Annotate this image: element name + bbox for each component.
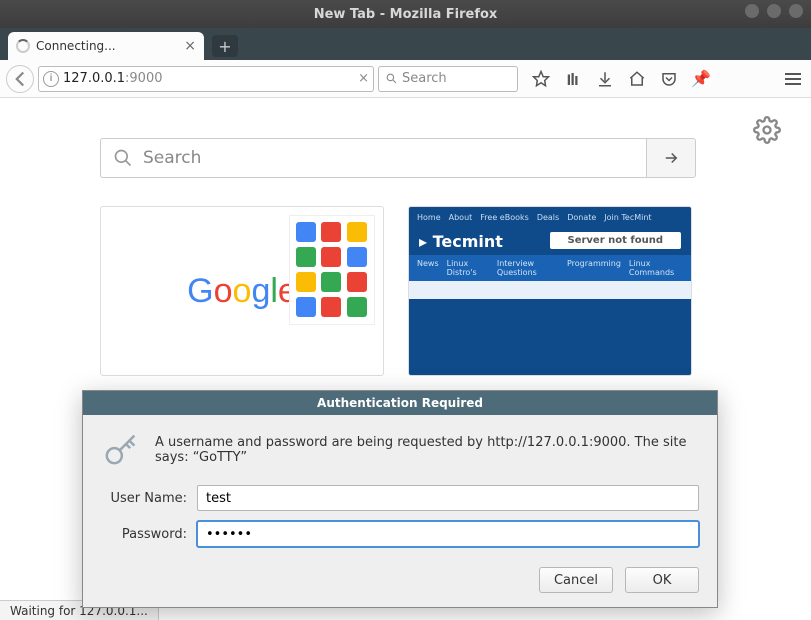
back-button[interactable] [6, 65, 34, 93]
tecmint-nav: NewsLinux Distro'sInterview QuestionsPro… [409, 255, 691, 281]
navigation-toolbar: i 127.0.0.1:9000 × Search 📌 [0, 60, 811, 98]
dialog-buttons: Cancel OK [83, 567, 717, 607]
tile-google[interactable]: Google [100, 206, 384, 376]
menu-button[interactable] [785, 73, 801, 85]
site-info-icon[interactable]: i [43, 71, 59, 87]
dialog-message: A username and password are being reques… [155, 429, 699, 473]
clear-url-icon[interactable]: × [358, 71, 369, 86]
tab-strip: Connecting... × + [0, 28, 811, 60]
newtab-settings-icon[interactable] [753, 116, 781, 148]
username-label: User Name: [101, 491, 187, 506]
pinterest-icon[interactable]: 📌 [692, 70, 710, 88]
tecmint-subbar [409, 281, 691, 299]
new-tab-button[interactable]: + [212, 35, 238, 57]
library-icon[interactable] [564, 70, 582, 88]
password-label: Password: [101, 527, 187, 542]
window-controls [745, 4, 803, 18]
toolbar-search[interactable]: Search [378, 66, 518, 92]
toolbar-search-placeholder: Search [402, 71, 447, 86]
ok-button[interactable]: OK [625, 567, 699, 593]
content-search-placeholder: Search [143, 148, 201, 168]
google-logo-icon: Google [187, 272, 297, 311]
window-title: New Tab - Mozilla Firefox [314, 7, 498, 22]
dialog-form: User Name: Password: [83, 479, 717, 567]
password-input[interactable] [197, 521, 699, 547]
arrow-right-icon [662, 149, 680, 167]
downloads-icon[interactable] [596, 70, 614, 88]
window-titlebar: New Tab - Mozilla Firefox [0, 0, 811, 28]
url-port: :9000 [125, 71, 162, 86]
search-icon [385, 72, 398, 85]
minimize-button[interactable] [745, 4, 759, 18]
cancel-button[interactable]: Cancel [539, 567, 613, 593]
tab-label: Connecting... [36, 39, 116, 53]
bookmark-star-icon[interactable] [532, 70, 550, 88]
loading-spinner-icon [16, 39, 30, 53]
content-search-go-button[interactable] [646, 138, 696, 178]
google-apps-icon [289, 215, 375, 325]
username-input[interactable] [197, 485, 699, 511]
search-icon [113, 148, 133, 168]
tecmint-brand: ▸ Tecmint Server not found [409, 228, 691, 255]
tecmint-topnav: HomeAboutFree eBooksDealsDonateJoin TecM… [409, 207, 691, 228]
home-icon[interactable] [628, 70, 646, 88]
server-not-found-badge: Server not found [550, 232, 682, 249]
maximize-button[interactable] [767, 4, 781, 18]
url-bar[interactable]: i 127.0.0.1:9000 × [38, 66, 374, 92]
content-area: Search Google HomeAboutFree eBooksDealsD… [0, 98, 811, 620]
tile-tecmint[interactable]: HomeAboutFree eBooksDealsDonateJoin TecM… [408, 206, 692, 376]
browser-tab[interactable]: Connecting... × [8, 32, 204, 60]
close-tab-icon[interactable]: × [184, 38, 196, 54]
content-search-row: Search [100, 138, 696, 178]
auth-dialog: Authentication Required A username and p… [82, 390, 718, 608]
dialog-title: Authentication Required [83, 391, 717, 415]
url-host: 127.0.0.1 [63, 71, 125, 86]
toolbar-icons: 📌 [532, 70, 710, 88]
pocket-icon[interactable] [660, 70, 678, 88]
close-window-button[interactable] [789, 4, 803, 18]
content-search-input[interactable]: Search [100, 138, 646, 178]
key-icon [101, 429, 141, 473]
